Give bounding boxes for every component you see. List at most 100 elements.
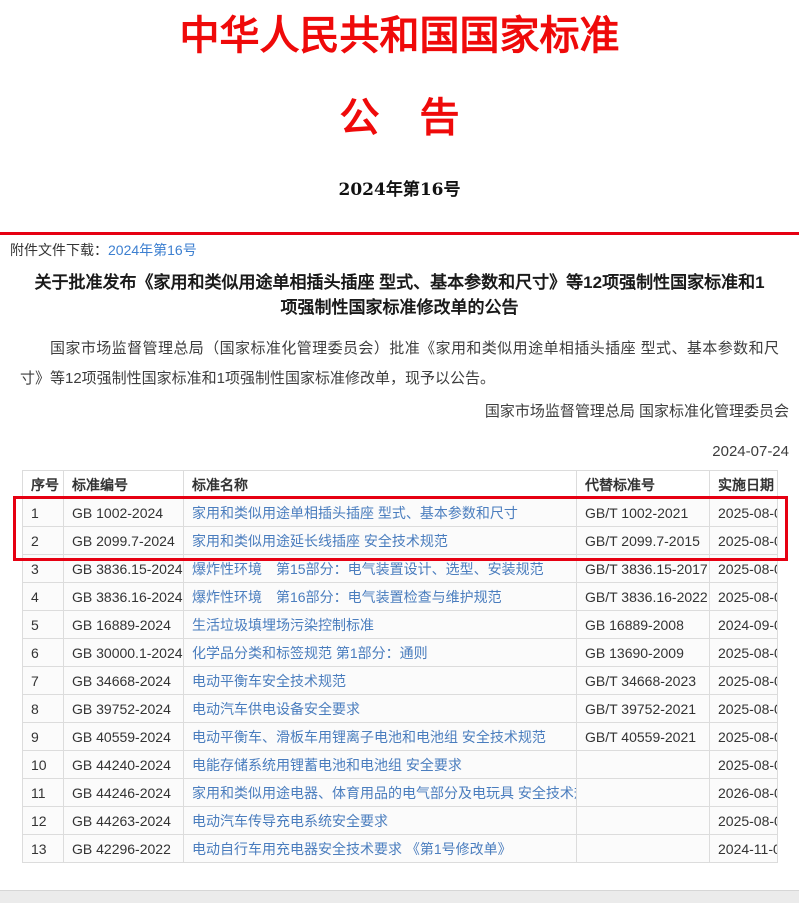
cell-serial-number: 13 [23,835,64,863]
cell-replaced-standard: GB/T 3836.15-2017 [577,555,710,583]
cell-standard-name: 爆炸性环境 第16部分：电气装置检查与维护规范 [184,583,577,611]
cell-implementation-date: 2025-08-01 [710,723,778,751]
table-row: 6GB 30000.1-2024 化学品分类和标签规范 第1部分：通则 GB 136… [23,639,778,667]
standard-name-link[interactable]: 生活垃圾填埋场污染控制标准 [192,617,374,633]
table-row: 9GB 40559-2024 电动平衡车、滑板车用锂离子电池和电池组 安全技术规范… [23,723,778,751]
standard-name-link[interactable]: 电动自行车用充电器安全技术要求 《第1号修改单》 [192,841,512,857]
table-row: 13GB 42296-2022 电动自行车用充电器安全技术要求 《第1号修改单》 2… [23,835,778,863]
table-row: 11GB 44246-2024家用和类似用途电器、体育用品的电气部分及电玩具 安… [23,779,778,807]
standards-table-header-row: 序号标准编号标准名称代替标准号实施日期 [23,471,778,499]
column-header-2: 标准名称 [184,471,577,499]
cell-replaced-standard: GB/T 1002-2021 [577,499,710,527]
standard-name-link[interactable]: 家用和类似用途单相插头插座 型式、基本参数和尺寸 [192,505,518,521]
cell-serial-number: 7 [23,667,64,695]
cell-replaced-standard: GB 16889-2008 [577,611,710,639]
cell-standard-name: 电动汽车传导充电系统安全要求 [184,807,577,835]
cell-standard-code: GB 44246-2024 [64,779,184,807]
cell-serial-number: 10 [23,751,64,779]
cell-replaced-standard: GB/T 2099.7-2015 [577,527,710,555]
announcement-subtitle: 公 告 [0,94,799,142]
standard-name-link[interactable]: 电能存储系统用锂蓄电池和电池组 安全要求 [192,757,462,773]
standard-name-link[interactable]: 电动汽车供电设备安全要求 [192,701,360,717]
standard-name-link[interactable]: 电动平衡车安全技术规范 [192,673,346,689]
document-title: 中华人民共和国国家标准 [0,12,799,60]
cell-implementation-date: 2025-08-01 [710,751,778,779]
cell-implementation-date: 2025-08-01 [710,695,778,723]
cell-standard-code: GB 40559-2024 [64,723,184,751]
cell-replaced-standard: GB/T 34668-2023 [577,667,710,695]
standard-name-link[interactable]: 爆炸性环境 第15部分：电气装置设计、选型、安装规范 [192,561,544,577]
cell-replaced-standard: GB/T 39752-2021 [577,695,710,723]
page-bottom-edge [0,890,799,903]
issue-number: 2024年第16号 [0,180,799,200]
cell-serial-number: 5 [23,611,64,639]
cell-standard-name: 家用和类似用途延长线插座 安全技术规范 [184,527,577,555]
cell-serial-number: 2 [23,527,64,555]
notice-body-paragraph: 国家市场监督管理总局（国家标准化管理委员会）批准《家用和类似用途单相插头插座 型… [20,334,779,394]
cell-standard-name: 生活垃圾填埋场污染控制标准 [184,611,577,639]
cell-standard-code: GB 30000.1-2024 [64,639,184,667]
cell-implementation-date: 2024-09-01 [710,611,778,639]
table-row: 3GB 3836.15-2024爆炸性环境 第15部分：电气装置设计、选型、安装… [23,555,778,583]
table-row: 12GB 44263-2024 电动汽车传导充电系统安全要求 2025-08-01 [23,807,778,835]
cell-replaced-standard [577,751,710,779]
standard-name-link[interactable]: 电动汽车传导充电系统安全要求 [192,813,388,829]
cell-standard-code: GB 2099.7-2024 [64,527,184,555]
column-header-4: 实施日期 [710,471,778,499]
cell-standard-code: GB 34668-2024 [64,667,184,695]
standard-name-link[interactable]: 家用和类似用途延长线插座 安全技术规范 [192,533,448,549]
table-row: 10GB 44240-2024 电能存储系统用锂蓄电池和电池组 安全要求 2025-… [23,751,778,779]
cell-standard-name: 电动平衡车安全技术规范 [184,667,577,695]
cell-replaced-standard: GB/T 40559-2021 [577,723,710,751]
standards-table: 序号标准编号标准名称代替标准号实施日期 1GB 1002-2024 家用和类似用途… [22,470,778,863]
attachment-download-link[interactable]: 2024年第16号 [108,242,197,258]
cell-standard-name: 爆炸性环境 第15部分：电气装置设计、选型、安装规范 [184,555,577,583]
table-row: 8GB 39752-2024电动汽车供电设备安全要求GB/T 39752-202… [23,695,778,723]
document-date: 2024-07-24 [0,442,789,461]
cell-replaced-standard: GB/T 3836.16-2022 [577,583,710,611]
notice-heading: 关于批准发布《家用和类似用途单相插头插座 型式、基本参数和尺寸》等12项强制性国… [34,270,765,320]
table-row-highlighted: 2GB 2099.7-2024 家用和类似用途延长线插座 安全技术规范 GB/T 2… [23,527,778,555]
cell-implementation-date: 2024-11-01 [710,835,778,863]
table-row: 5GB 16889-2024 生活垃圾填埋场污染控制标准 GB 16889-2008… [23,611,778,639]
cell-serial-number: 6 [23,639,64,667]
cell-replaced-standard: GB 13690-2009 [577,639,710,667]
cell-replaced-standard [577,807,710,835]
cell-serial-number: 1 [23,499,64,527]
column-header-3: 代替标准号 [577,471,710,499]
table-row: 7GB 34668-2024 电动平衡车安全技术规范 GB/T 34668-2023… [23,667,778,695]
column-header-1: 标准编号 [64,471,184,499]
cell-standard-name: 电动汽车供电设备安全要求 [184,695,577,723]
cell-serial-number: 4 [23,583,64,611]
attachment-line: 附件文件下载：2024年第16号 [0,235,799,259]
cell-implementation-date: 2025-08-01 [710,527,778,555]
cell-standard-code: GB 16889-2024 [64,611,184,639]
cell-standard-code: GB 3836.16-2024 [64,583,184,611]
cell-implementation-date: 2025-08-01 [710,583,778,611]
issuing-authority-signature: 国家市场监督管理总局 国家标准化管理委员会 [0,402,789,421]
cell-standard-code: GB 44240-2024 [64,751,184,779]
cell-implementation-date: 2025-08-01 [710,555,778,583]
standard-name-link[interactable]: 化学品分类和标签规范 第1部分：通则 [192,645,428,661]
cell-serial-number: 12 [23,807,64,835]
cell-standard-name: 家用和类似用途电器、体育用品的电气部分及电玩具 安全技术规范 [184,779,577,807]
table-row: 4GB 3836.16-2024 爆炸性环境 第16部分：电气装置检查与维护规范 G… [23,583,778,611]
cell-standard-code: GB 1002-2024 [64,499,184,527]
cell-serial-number: 9 [23,723,64,751]
cell-implementation-date: 2025-08-01 [710,807,778,835]
cell-standard-name: 电动平衡车、滑板车用锂离子电池和电池组 安全技术规范 [184,723,577,751]
standard-name-link[interactable]: 家用和类似用途电器、体育用品的电气部分及电玩具 安全技术规范 [192,785,577,801]
cell-replaced-standard [577,835,710,863]
cell-standard-code: GB 44263-2024 [64,807,184,835]
standard-name-link[interactable]: 爆炸性环境 第16部分：电气装置检查与维护规范 [192,589,502,605]
cell-replaced-standard [577,779,710,807]
column-header-0: 序号 [23,471,64,499]
cell-standard-code: GB 42296-2022 [64,835,184,863]
table-row-highlighted: 1GB 1002-2024 家用和类似用途单相插头插座 型式、基本参数和尺寸 GB/… [23,499,778,527]
cell-implementation-date: 2025-08-01 [710,667,778,695]
cell-standard-code: GB 3836.15-2024 [64,555,184,583]
cell-implementation-date: 2026-08-01 [710,779,778,807]
standards-table-body: 1GB 1002-2024 家用和类似用途单相插头插座 型式、基本参数和尺寸 GB/… [23,499,778,863]
cell-implementation-date: 2025-08-01 [710,639,778,667]
standard-name-link[interactable]: 电动平衡车、滑板车用锂离子电池和电池组 安全技术规范 [192,729,546,745]
